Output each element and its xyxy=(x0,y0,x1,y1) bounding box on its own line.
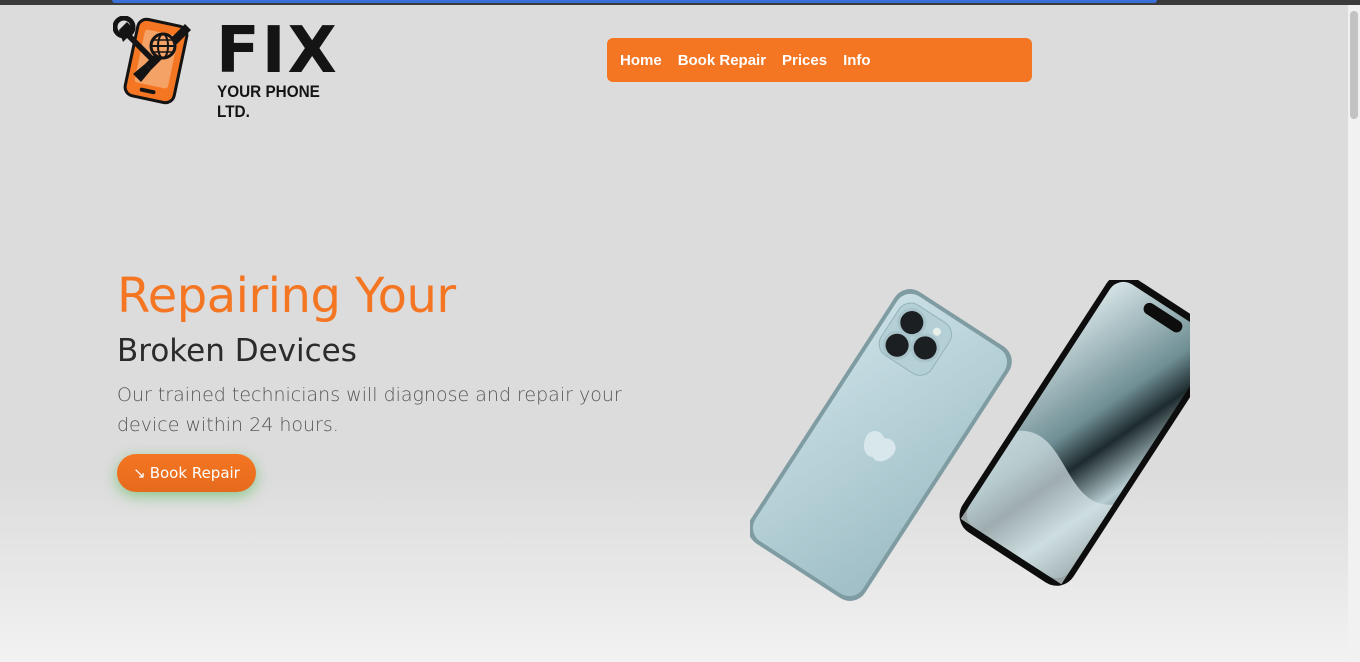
browser-accent-line xyxy=(112,0,1157,3)
browser-top-bar xyxy=(0,0,1360,5)
nav-info[interactable]: Info xyxy=(843,52,871,69)
hero-subtitle: Broken Devices xyxy=(117,333,357,369)
arrow-down-right-icon: ↘ xyxy=(133,464,146,482)
logo-tagline: YOUR PHONE LTD. xyxy=(217,82,320,121)
book-repair-button[interactable]: ↘ Book Repair xyxy=(117,454,256,492)
hero-description: Our trained technicians will diagnose an… xyxy=(117,384,622,436)
main-nav: Home Book Repair Prices Info xyxy=(607,38,1032,82)
hero-title: Repairing Your xyxy=(117,268,456,324)
logo-wordmark: FIX xyxy=(216,14,339,88)
nav-book-repair[interactable]: Book Repair xyxy=(678,52,766,69)
site-logo[interactable]: FIX YOUR PHONE LTD. xyxy=(113,14,353,121)
nav-prices[interactable]: Prices xyxy=(782,52,827,69)
smartphones-image xyxy=(750,280,1190,601)
page-scrollbar[interactable] xyxy=(1348,5,1360,662)
phone-wrench-globe-icon xyxy=(113,16,191,105)
nav-home[interactable]: Home xyxy=(620,52,662,69)
scrollbar-thumb[interactable] xyxy=(1350,11,1358,119)
book-repair-label: Book Repair xyxy=(149,464,240,482)
